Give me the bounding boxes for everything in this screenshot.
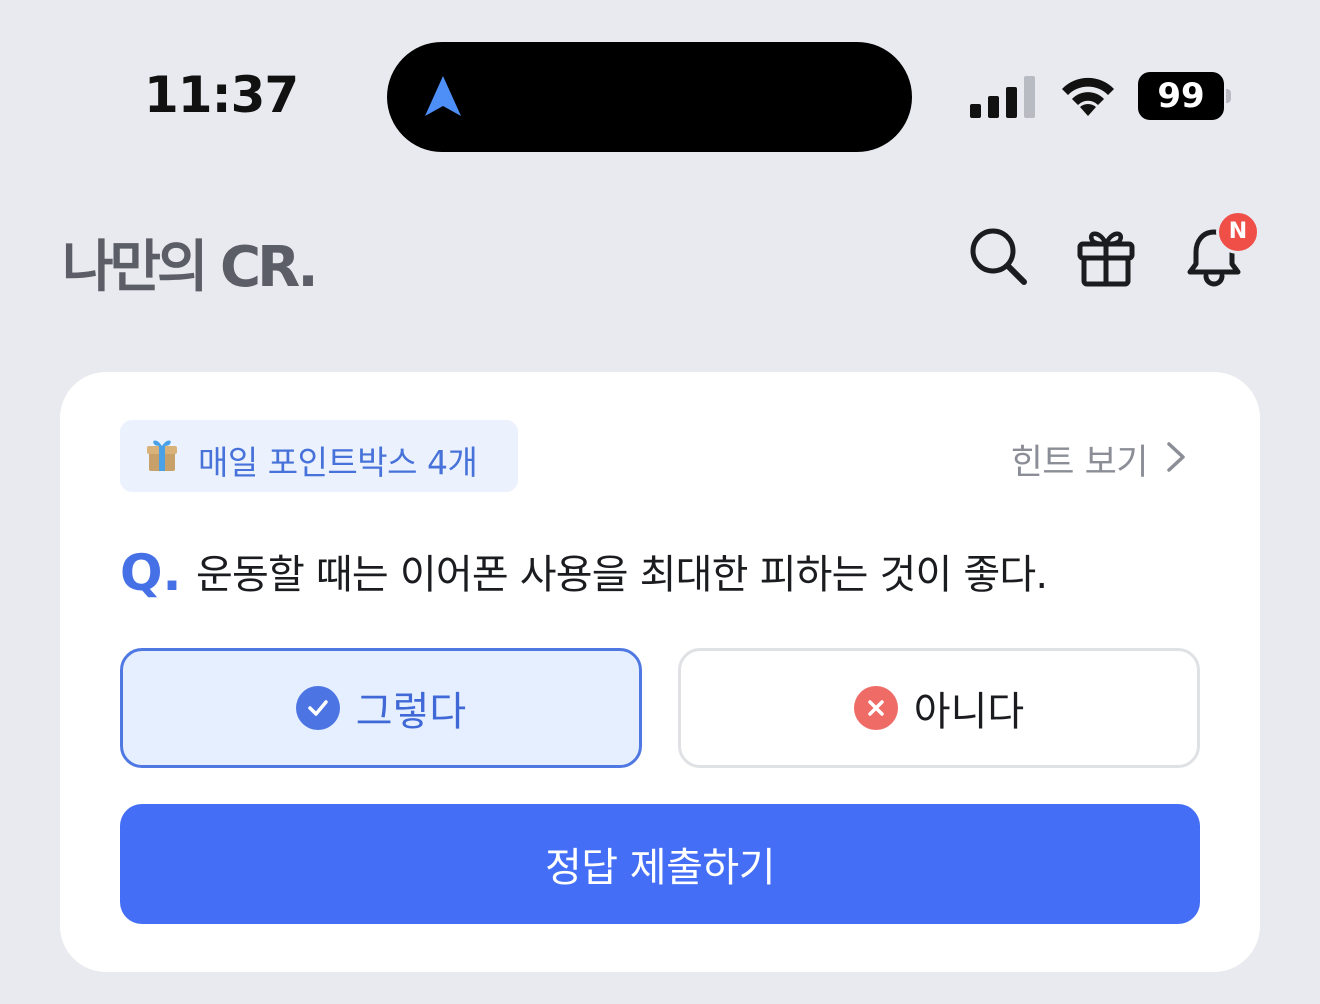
hint-link[interactable]: 힌트 보기: [1011, 434, 1149, 485]
quiz-card: 매일 포인트박스 4개 힌트 보기 Q. 운동할 때는 이어폰 사용을 최대한 …: [60, 372, 1260, 972]
status-time: 11:37: [144, 66, 299, 124]
question-text: 운동할 때는 이어폰 사용을 최대한 피하는 것이 좋다.: [196, 552, 1048, 598]
x-circle-icon: [853, 686, 898, 730]
notification-badge: N: [1216, 210, 1260, 254]
dynamic-island: [387, 42, 912, 152]
check-circle-icon: [295, 686, 340, 730]
quiz-screen: 11:37 99 나만의 CR. N 매일 포인트박스 4개 힌트 보기 Q. …: [0, 0, 1320, 1004]
answer-yes-label: 그렇다: [355, 689, 467, 735]
search-icon[interactable]: [966, 224, 1030, 288]
chevron-right-icon[interactable]: [1164, 440, 1188, 474]
app-logo[interactable]: 나만의 CR.: [62, 222, 319, 303]
submit-answer-button[interactable]: 정답 제출하기: [120, 804, 1200, 924]
question-prefix: Q.: [120, 544, 182, 602]
points-chip[interactable]: 매일 포인트박스 4개: [120, 420, 518, 492]
gift-box-icon: [147, 440, 177, 471]
gift-icon[interactable]: [1074, 224, 1138, 288]
answer-yes-button[interactable]: 그렇다: [120, 648, 642, 768]
points-chip-label: 매일 포인트박스 4개: [198, 443, 478, 482]
battery-icon: 99: [1138, 72, 1232, 120]
answer-no-button[interactable]: 아니다: [678, 648, 1200, 768]
wifi-icon: [1062, 77, 1114, 116]
location-arrow-icon: [425, 76, 461, 116]
cellular-signal-icon: [970, 76, 1035, 118]
answer-no-label: 아니다: [913, 689, 1025, 735]
battery-level: 99: [1157, 76, 1205, 116]
